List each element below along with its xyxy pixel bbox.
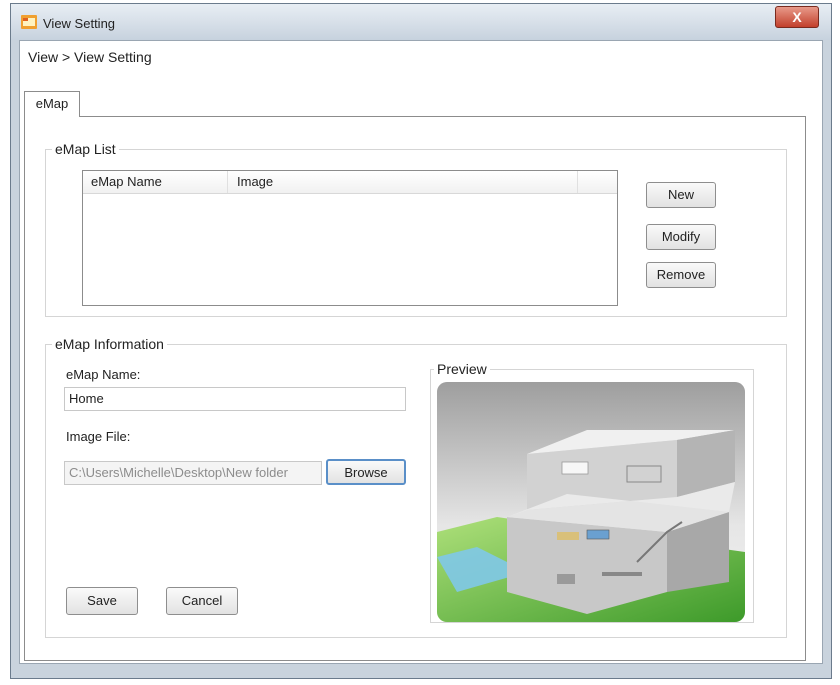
title-bar[interactable]: View Setting X: [11, 4, 831, 40]
emap-name-label: eMap Name:: [66, 367, 141, 382]
cancel-button[interactable]: Cancel: [166, 587, 238, 615]
preview-group: Preview: [430, 361, 754, 623]
tab-panel-emap: eMap List eMap Name Image New Modify Rem…: [24, 116, 806, 661]
window-title: View Setting: [43, 16, 116, 31]
column-header-image[interactable]: Image: [237, 174, 273, 189]
breadcrumb: View > View Setting: [28, 49, 152, 65]
house-floorplan-image: [437, 382, 745, 622]
emap-list-group: eMap List eMap Name Image New Modify Rem…: [45, 141, 787, 317]
tab-emap[interactable]: eMap: [24, 91, 80, 117]
new-button[interactable]: New: [646, 182, 716, 208]
emap-name-field[interactable]: Home: [64, 387, 406, 411]
close-icon: X: [792, 9, 802, 25]
modify-button[interactable]: Modify: [646, 224, 716, 250]
preview-group-label: Preview: [434, 361, 490, 377]
column-separator[interactable]: [227, 171, 228, 193]
client-area: View > View Setting eMap eMap List eMap …: [19, 40, 823, 664]
remove-button[interactable]: Remove: [646, 262, 716, 288]
app-window-icon: [21, 15, 37, 29]
column-separator[interactable]: [577, 171, 578, 193]
column-header-emap-name[interactable]: eMap Name: [91, 174, 162, 189]
preview-image: [437, 382, 745, 622]
image-file-field[interactable]: C:\Users\Michelle\Desktop\New folder: [64, 461, 322, 485]
image-file-label: Image File:: [66, 429, 131, 444]
emap-list-header: eMap Name Image: [83, 171, 617, 194]
emap-list-view[interactable]: eMap Name Image: [82, 170, 618, 306]
view-setting-window: View Setting X View > View Setting eMap …: [10, 3, 832, 679]
emap-list-group-label: eMap List: [52, 141, 119, 157]
save-button[interactable]: Save: [66, 587, 138, 615]
close-button[interactable]: X: [775, 6, 819, 28]
emap-information-group-label: eMap Information: [52, 336, 167, 352]
browse-button[interactable]: Browse: [326, 459, 406, 485]
emap-information-group: eMap Information eMap Name: Home Image F…: [45, 336, 787, 638]
